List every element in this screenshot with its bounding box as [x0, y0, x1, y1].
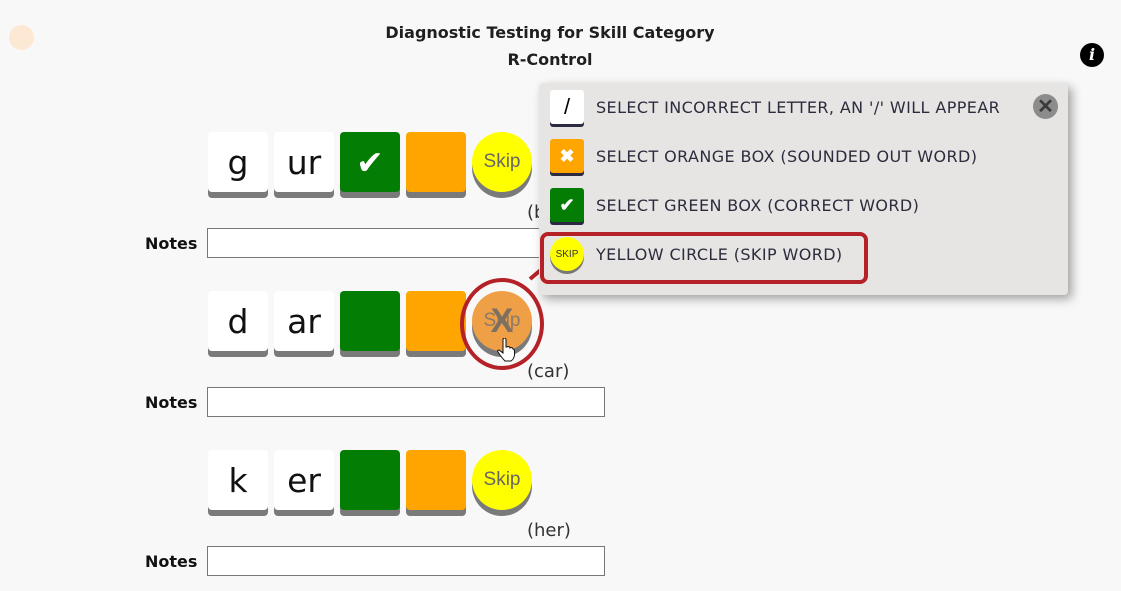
letter-tile[interactable]: d [208, 291, 268, 351]
notes-label: Notes [145, 552, 198, 571]
legend-label: SELECT GREEN BOX (CORRECT WORD) [596, 195, 920, 215]
letter-tile[interactable]: er [274, 450, 334, 510]
pronunciation-hint: (her) [527, 520, 571, 541]
correct-word-button[interactable] [340, 291, 400, 351]
letter-tile[interactable]: g [208, 132, 268, 192]
legend-popup: / SELECT INCORRECT LETTER, AN '/' WILL A… [539, 83, 1068, 295]
letter-tile[interactable]: ur [274, 132, 334, 192]
info-icon[interactable]: i [1080, 43, 1104, 67]
page-title: Diagnostic Testing for Skill Category [385, 23, 715, 42]
skip-button[interactable]: Skip [472, 450, 532, 510]
legend-label: SELECT INCORRECT LETTER, AN '/' WILL APP… [596, 97, 1001, 117]
notes-label: Notes [145, 234, 198, 253]
notes-input[interactable] [207, 387, 605, 417]
sounded-out-button[interactable] [406, 291, 466, 351]
correct-word-button[interactable]: ✔ [340, 132, 400, 192]
notes-input[interactable] [207, 546, 605, 576]
skip-button[interactable]: Skip [472, 132, 532, 192]
legend-item-orange-box: ✖ SELECT ORANGE BOX (SOUNDED OUT WORD) [550, 138, 977, 174]
sounded-out-button[interactable] [406, 450, 466, 510]
letter-tile[interactable]: ar [274, 291, 334, 351]
correct-word-button[interactable] [340, 450, 400, 510]
legend-highlight-annotation [540, 232, 868, 284]
notes-label: Notes [145, 393, 198, 412]
skill-category: R-Control [507, 50, 593, 69]
check-icon: ✔ [550, 188, 584, 222]
pronunciation-hint: (car) [527, 361, 570, 382]
x-icon: ✖ [550, 139, 584, 173]
letter-tile[interactable]: k [208, 450, 268, 510]
legend-item-incorrect-letter: / SELECT INCORRECT LETTER, AN '/' WILL A… [550, 89, 1000, 125]
sounded-out-button[interactable] [406, 132, 466, 192]
close-icon[interactable]: ✕ [1033, 94, 1058, 119]
slash-icon: / [550, 90, 584, 124]
hand-cursor-icon [497, 338, 515, 362]
page-header: Diagnostic Testing for Skill Category R-… [0, 19, 1100, 73]
legend-item-green-box: ✔ SELECT GREEN BOX (CORRECT WORD) [550, 187, 919, 223]
legend-label: SELECT ORANGE BOX (SOUNDED OUT WORD) [596, 146, 978, 166]
check-icon: ✔ [356, 142, 384, 182]
